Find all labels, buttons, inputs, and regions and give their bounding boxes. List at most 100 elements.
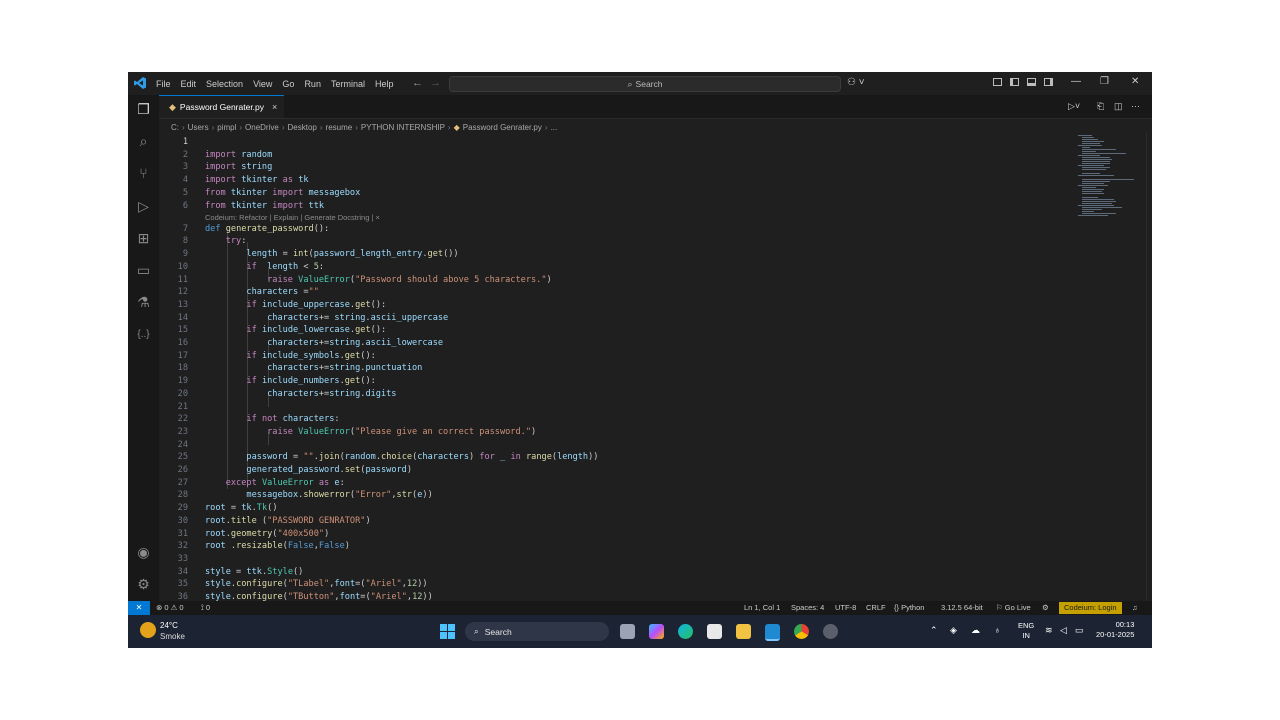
problems-count[interactable]: ⊗ 0 ⚠ 0 [156, 603, 184, 612]
codeium-login-button[interactable]: Codeium: Login [1059, 602, 1122, 614]
menu-go[interactable]: Go [282, 79, 294, 89]
code-line[interactable]: 23 raise ValueError("Please give an corr… [159, 426, 1079, 439]
file-explorer-icon[interactable] [736, 624, 751, 639]
settings-gear-icon[interactable]: ⚙ [135, 576, 152, 593]
crumb-symbols[interactable]: ... [551, 123, 558, 132]
code-line[interactable]: 31 root.geometry("400x500") [159, 528, 1079, 541]
onedrive-cloud-icon[interactable]: ☁ [971, 625, 980, 636]
volume-icon[interactable]: ◁ [1060, 625, 1067, 636]
crumb-file[interactable]: Password Genrater.py [463, 123, 542, 132]
pinned-app-icon[interactable] [823, 624, 838, 639]
code-line[interactable]: 4 import tkinter as tk [159, 174, 1079, 187]
code-line[interactable]: 28 messagebox.showerror("Error",str(e)) [159, 489, 1079, 502]
code-line[interactable]: 9 length = int(password_length_entry.get… [159, 248, 1079, 261]
taskbar-search[interactable]: ⌕ Search [465, 622, 609, 641]
crumb-user[interactable]: pimpl [217, 123, 236, 132]
code-line[interactable]: 7 def generate_password(): [159, 223, 1079, 236]
code-line[interactable]: 27 except ValueError as e: [159, 477, 1079, 490]
code-line[interactable]: 16 characters+=string.ascii_lowercase [159, 337, 1079, 350]
minimap[interactable] [1078, 132, 1146, 222]
crumb-users[interactable]: Users [188, 123, 209, 132]
codeium-codelens[interactable]: Codeium: Refactor | Explain | Generate D… [159, 212, 1079, 222]
close-tab-icon[interactable]: × [272, 102, 277, 112]
accounts-icon[interactable]: ◉ [135, 544, 152, 561]
extensions-icon[interactable]: ⊞ [135, 230, 152, 247]
code-line[interactable]: 19 if include_numbers.get(): [159, 375, 1079, 388]
code-line[interactable]: 21 [159, 401, 1079, 414]
vscode-taskbar-icon[interactable] [765, 624, 780, 641]
edge-browser-icon[interactable] [678, 624, 693, 639]
code-line[interactable]: 13 if include_uppercase.get(): [159, 299, 1079, 312]
code-line[interactable]: 2 import random [159, 149, 1079, 162]
tray-app-icon[interactable]: ◈ [950, 625, 957, 636]
editor-scrollbar[interactable] [1146, 132, 1152, 601]
forward-arrow-icon[interactable]: → [430, 77, 441, 89]
toggle-panel-icon[interactable] [1027, 78, 1036, 86]
menu-file[interactable]: File [156, 79, 171, 89]
notifications-bell-icon[interactable]: ♫ [1132, 603, 1138, 612]
menu-selection[interactable]: Selection [206, 79, 243, 89]
code-line[interactable]: 29 root = tk.Tk() [159, 502, 1079, 515]
code-line[interactable]: 10 if length < 5: [159, 261, 1079, 274]
code-line[interactable]: 11 raise ValueError("Password should abo… [159, 274, 1079, 287]
code-line[interactable]: 3 import string [159, 161, 1079, 174]
cursor-position[interactable]: Ln 1, Col 1 [744, 603, 780, 612]
crumb-drive[interactable]: C: [171, 123, 179, 132]
crumb-onedrive[interactable]: OneDrive [245, 123, 279, 132]
code-line[interactable]: 6 from tkinter import ttk [159, 200, 1079, 213]
back-arrow-icon[interactable]: ← [412, 77, 423, 89]
code-line[interactable]: 14 characters+= string.ascii_uppercase [159, 312, 1079, 325]
windows-start-icon[interactable] [440, 624, 455, 639]
line-endings[interactable]: CRLF [866, 603, 886, 612]
ports-count[interactable]: ⟟ 0 [201, 603, 210, 613]
microsoft-store-icon[interactable] [707, 624, 722, 639]
tray-chevron-icon[interactable]: ⌃ [930, 625, 938, 636]
code-line[interactable]: 33 [159, 553, 1079, 566]
encoding[interactable]: UTF-8 [835, 603, 856, 612]
go-live-button[interactable]: ⚐ Go Live [996, 603, 1031, 612]
code-line[interactable]: 32 root .resizable(False,False) [159, 540, 1079, 553]
toggle-primary-sidebar-icon[interactable] [1010, 78, 1019, 86]
source-control-icon[interactable]: ⑂ [135, 165, 152, 182]
menu-view[interactable]: View [253, 79, 272, 89]
crumb-folder[interactable]: PYTHON INTERNSHIP [361, 123, 445, 132]
language-indicator[interactable]: ENG IN [1018, 621, 1034, 641]
split-editor-icon[interactable]: ◫ [1114, 101, 1123, 112]
python-interpreter[interactable]: 3.12.5 64-bit [941, 603, 983, 612]
code-line[interactable]: 15 if include_lowercase.get(): [159, 324, 1079, 337]
code-line[interactable]: 17 if include_symbols.get(): [159, 350, 1079, 363]
code-line[interactable]: 18 characters+=string.punctuation [159, 362, 1079, 375]
battery-icon[interactable]: ▭ [1075, 625, 1084, 636]
code-line[interactable]: 34 style = ttk.Style() [159, 566, 1079, 579]
code-line[interactable]: 36 style.configure("TButton",font=("Ariel… [159, 591, 1079, 601]
code-line[interactable]: 24 [159, 439, 1079, 452]
json-icon[interactable]: {..} [135, 326, 152, 343]
copilot-icon[interactable]: ⚇ ˅ [847, 77, 865, 88]
open-changes-icon[interactable]: ⎗ [1097, 101, 1104, 112]
microphone-icon[interactable]: ♁ [994, 625, 1001, 635]
toggle-secondary-sidebar-icon[interactable] [1044, 78, 1053, 86]
code-line[interactable]: 12 characters ="" [159, 286, 1079, 299]
search-view-icon[interactable]: ⌕ [135, 133, 152, 150]
task-view-icon[interactable] [620, 624, 635, 639]
crumb-resume[interactable]: resume [326, 123, 353, 132]
code-line[interactable]: 8 try: [159, 235, 1079, 248]
tab-password-genrater[interactable]: ◆ Password Genrater.py × [159, 95, 284, 118]
code-line[interactable]: 20 characters+=string.digits [159, 388, 1079, 401]
wifi-icon[interactable]: ≋ [1045, 625, 1053, 636]
code-line[interactable]: 26 generated_password.set(password) [159, 464, 1079, 477]
remote-explorer-icon[interactable]: ▭ [135, 262, 152, 279]
code-editor[interactable]: 1 2 import random 3 import string 4 import tki… [159, 134, 1079, 601]
command-center-search[interactable]: ⌕ Search [449, 76, 841, 92]
menu-run[interactable]: Run [304, 79, 321, 89]
taskbar-clock[interactable]: 00:13 20-01-2025 [1096, 620, 1134, 640]
more-actions-icon[interactable]: ··· [1131, 101, 1140, 111]
code-line[interactable]: 30 root.title ("PASSWORD GENRATOR") [159, 515, 1079, 528]
menu-edit[interactable]: Edit [181, 79, 197, 89]
close-window-icon[interactable]: ✕ [1131, 76, 1139, 87]
crumb-desktop[interactable]: Desktop [288, 123, 317, 132]
code-line[interactable]: 5 from tkinter import messagebox [159, 187, 1079, 200]
code-line[interactable]: 22 if not characters: [159, 413, 1079, 426]
customize-layout-icon[interactable] [993, 78, 1002, 86]
code-line[interactable]: 25 password = "".join(random.choice(char… [159, 451, 1079, 464]
